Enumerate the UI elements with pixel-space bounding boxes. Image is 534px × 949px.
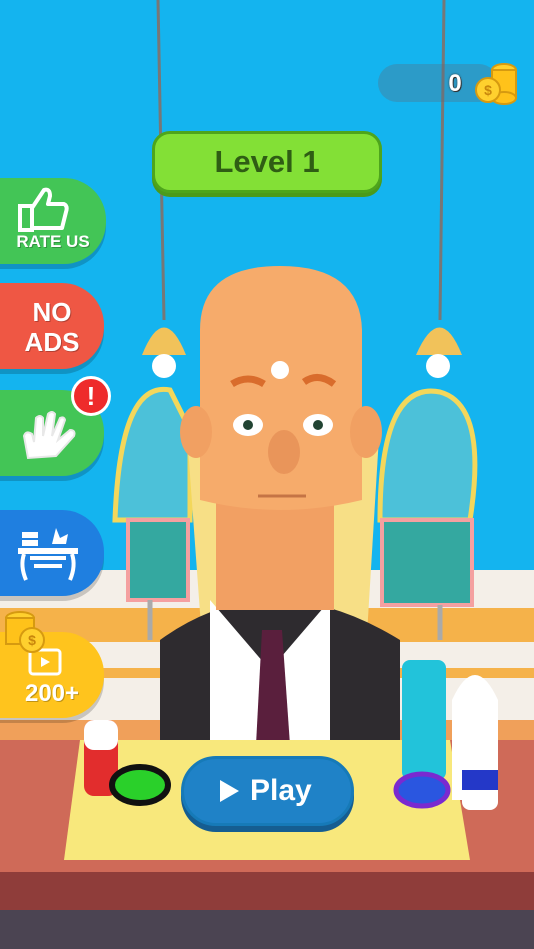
product-tube <box>402 660 446 780</box>
lamp-bulb <box>152 354 176 378</box>
no-ads-label-line2: ADS <box>24 327 80 357</box>
product-pump-band <box>462 770 498 790</box>
play-icon <box>220 780 239 802</box>
notification-badge: ! <box>71 376 111 416</box>
character-ear <box>350 406 382 458</box>
salon-chair <box>126 518 190 602</box>
product-bottle-top <box>84 720 118 750</box>
coin-count: 0 <box>448 70 462 97</box>
no-ads-button[interactable]: NO ADS <box>0 283 104 369</box>
thumbs-up-icon <box>18 187 69 232</box>
character-neck <box>216 500 334 610</box>
coin-stack-icon: $ <box>5 611 45 653</box>
character-nose <box>268 430 300 474</box>
svg-text:$: $ <box>484 82 492 98</box>
product-jar <box>393 771 451 809</box>
furniture-icon <box>18 528 78 581</box>
character-pupil <box>243 420 253 430</box>
hand-icon <box>22 411 76 460</box>
rate-us-label: RATE US <box>16 232 90 251</box>
svg-text:$: $ <box>28 632 36 648</box>
rate-us-button[interactable]: RATE US <box>0 178 106 264</box>
character-ear <box>180 406 212 458</box>
furniture-shop-button[interactable] <box>0 510 104 596</box>
coin-stack-icon: $ <box>475 63 517 105</box>
no-ads-label-line1: NO <box>32 297 72 327</box>
play-button[interactable]: Play <box>181 756 354 826</box>
forehead-bump <box>271 361 289 379</box>
lamp-bulb <box>426 354 450 378</box>
product-jar <box>109 764 171 806</box>
play-label: Play <box>250 774 312 807</box>
floor-bottom <box>0 910 534 949</box>
salon-chair <box>380 518 474 607</box>
character-pupil <box>313 420 323 430</box>
level-indicator: Level 1 <box>152 131 382 193</box>
reward-amount: 200+ <box>24 680 80 707</box>
counter-base <box>0 872 534 912</box>
